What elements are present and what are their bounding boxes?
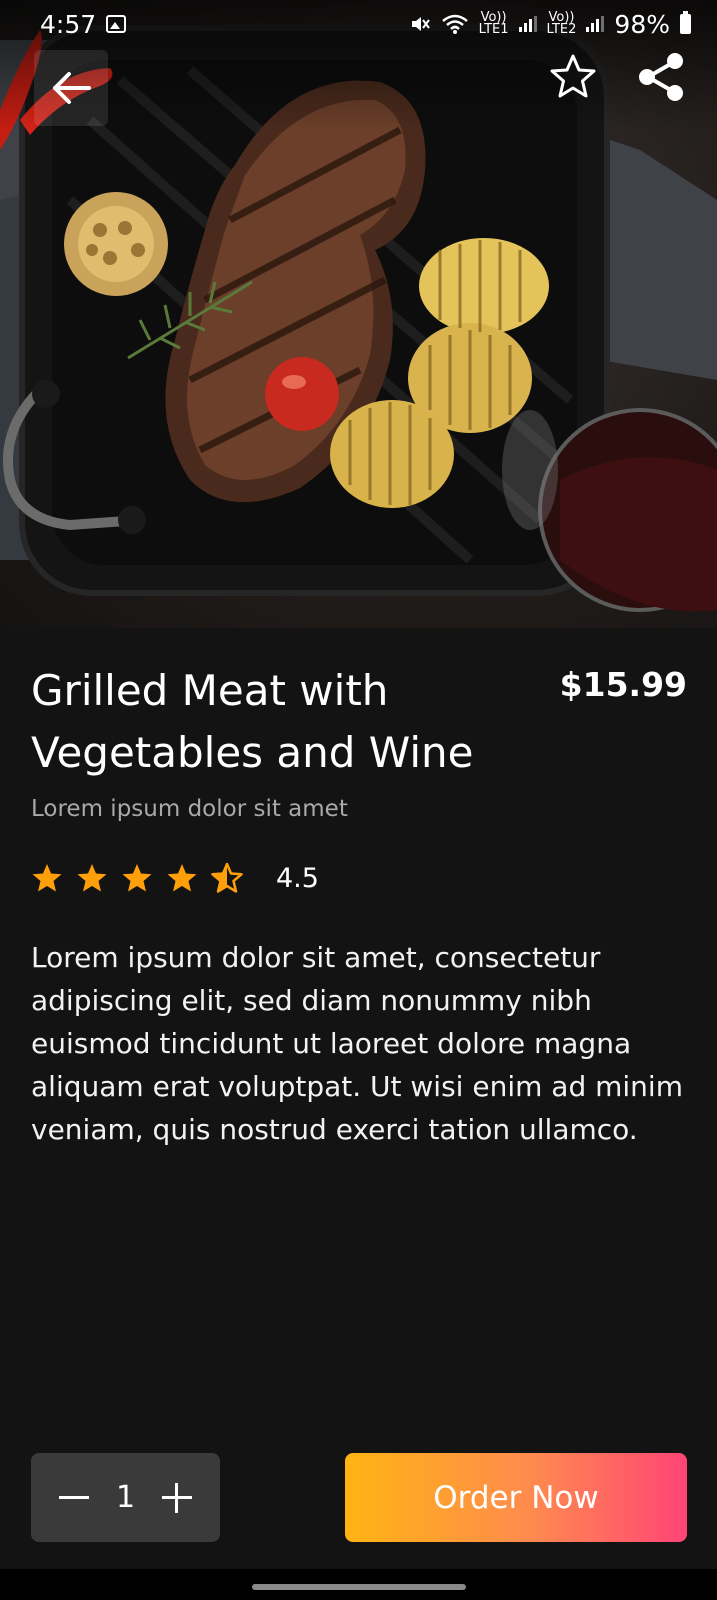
minus-icon[interactable] bbox=[59, 1483, 89, 1513]
arrow-left-icon bbox=[53, 72, 91, 104]
star-filled-icon bbox=[167, 864, 197, 892]
product-title: Grilled Meat with Vegetables and Wine bbox=[31, 666, 474, 777]
product-price: $15.99 bbox=[559, 665, 687, 704]
star-filled-icon bbox=[77, 864, 107, 892]
rating-row: 4.5 bbox=[31, 858, 687, 898]
quantity-stepper: 1 bbox=[31, 1453, 220, 1542]
lte2-label: LTE2 bbox=[546, 22, 577, 37]
battery-percent: 98% bbox=[614, 9, 670, 39]
product-subtitle: Lorem ipsum dolor sit amet bbox=[31, 796, 348, 822]
plus-icon[interactable] bbox=[162, 1482, 192, 1513]
title-row: Grilled Meat with Vegetables and Wine $1… bbox=[31, 660, 687, 784]
wifi-icon bbox=[441, 14, 468, 34]
star-filled-icon bbox=[122, 864, 152, 892]
status-left: 4:57 bbox=[40, 9, 127, 39]
lte1-indicator: Vo)) LTE1 bbox=[478, 11, 509, 37]
status-time: 4:57 bbox=[40, 9, 97, 39]
status-bar: 4:57 Vo)) LTE1 Vo)) LTE2 98% bbox=[0, 0, 717, 48]
product-details: Grilled Meat with Vegetables and Wine $1… bbox=[31, 660, 687, 1151]
lte1-label: LTE1 bbox=[478, 22, 509, 37]
lte2-indicator: Vo)) LTE2 bbox=[546, 11, 577, 37]
gallery-notification-icon bbox=[106, 15, 127, 33]
status-right: Vo)) LTE1 Vo)) LTE2 98% bbox=[409, 10, 691, 39]
star-filled-icon bbox=[32, 864, 62, 892]
star-outline-icon bbox=[550, 54, 596, 98]
order-now-button[interactable]: Order Now bbox=[345, 1453, 687, 1542]
quantity-value: 1 bbox=[115, 1480, 136, 1515]
share-button[interactable] bbox=[634, 50, 688, 104]
signal-1-icon bbox=[518, 16, 537, 32]
back-button[interactable] bbox=[34, 50, 108, 126]
mute-icon bbox=[411, 17, 430, 31]
rating-stars bbox=[31, 862, 243, 894]
product-description: Lorem ipsum dolor sit amet, consectetur … bbox=[31, 941, 683, 1146]
battery-icon bbox=[680, 11, 691, 34]
signal-2-icon bbox=[586, 16, 605, 32]
rating-value: 4.5 bbox=[276, 862, 319, 894]
star-half-icon bbox=[211, 862, 243, 893]
home-gesture-handle[interactable] bbox=[252, 1584, 466, 1590]
favorite-button[interactable] bbox=[548, 52, 598, 102]
share-icon bbox=[639, 53, 683, 101]
